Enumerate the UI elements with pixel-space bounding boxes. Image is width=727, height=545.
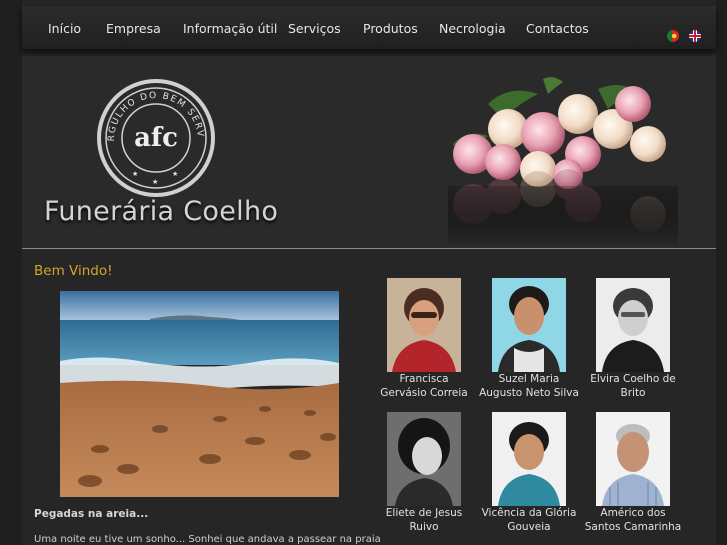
name-line: Santos Camarinha	[584, 521, 682, 533]
necrology-name-eliete[interactable]: Eliete de Jesus Ruivo	[369, 506, 479, 534]
uk-flag-icon[interactable]	[689, 30, 701, 42]
name-line: Gervásio Correia	[380, 387, 468, 399]
svg-text:★: ★	[172, 170, 178, 178]
article-excerpt: Uma noite eu tive um sonho... Sonhei que…	[34, 534, 381, 545]
brand-name[interactable]: Funerária Coelho	[44, 196, 278, 227]
welcome-heading: Bem Vindo!	[34, 263, 113, 279]
necrology-name-americo[interactable]: Américo dos Santos Camarinha	[578, 506, 688, 534]
svg-text:★: ★	[132, 170, 138, 178]
name-line: Elvira Coelho de	[590, 373, 676, 385]
necrology-name-vicencia[interactable]: Vicência da Glória Gouveia	[474, 506, 584, 534]
nav-item-empresa[interactable]: Empresa	[106, 21, 161, 36]
nav-item-contactos[interactable]: Contactos	[526, 21, 589, 36]
nav-item-produtos[interactable]: Produtos	[363, 21, 418, 36]
name-line: Brito	[620, 387, 646, 399]
name-line: Suzel Maria	[498, 373, 560, 385]
portrait-americo[interactable]	[596, 412, 670, 506]
name-line: Francisca	[399, 373, 449, 385]
svg-text:★: ★	[152, 178, 158, 186]
portugal-flag-icon[interactable]	[667, 30, 679, 42]
name-line: Vicência da Glória	[481, 507, 577, 519]
name-line: Ruivo	[409, 521, 439, 533]
main-navigation: Início Empresa Informação útil Serviços …	[22, 6, 716, 50]
necrology-name-suzel[interactable]: Suzel Maria Augusto Neto Silva	[474, 372, 584, 400]
name-line: Gouveia	[507, 521, 551, 533]
emblem-monogram: afc	[134, 123, 178, 153]
necrology-name-elvira[interactable]: Elvira Coelho de Brito	[578, 372, 688, 400]
name-line: Eliete de Jesus	[385, 507, 463, 519]
necrology-name-francisca[interactable]: Francisca Gervásio Correia	[369, 372, 479, 400]
beach-footprints-image[interactable]	[60, 291, 339, 497]
portrait-vicencia[interactable]	[492, 412, 566, 506]
portrait-elvira[interactable]	[596, 278, 670, 372]
portrait-suzel[interactable]	[492, 278, 566, 372]
roses-image	[448, 77, 678, 244]
name-line: Américo dos	[600, 507, 666, 519]
nav-item-inicio[interactable]: Início	[48, 21, 81, 36]
site-container: Início Empresa Informação útil Serviços …	[22, 0, 716, 545]
nav-item-necrologia[interactable]: Necrologia	[439, 21, 506, 36]
name-line: Augusto Neto Silva	[479, 387, 579, 399]
header-banner: ORGULHO DO BEM SERVIR afc ★ ★ ★ Funerári…	[22, 56, 716, 249]
nav-item-servicos[interactable]: Serviços	[288, 21, 341, 36]
portrait-francisca[interactable]	[387, 278, 461, 372]
portrait-eliete[interactable]	[387, 412, 461, 506]
afc-logo-emblem-icon[interactable]: ORGULHO DO BEM SERVIR afc ★ ★ ★	[96, 78, 216, 198]
nav-item-informacao-util[interactable]: Informação útil	[183, 21, 277, 36]
article-title[interactable]: Pegadas na areia...	[34, 508, 148, 520]
